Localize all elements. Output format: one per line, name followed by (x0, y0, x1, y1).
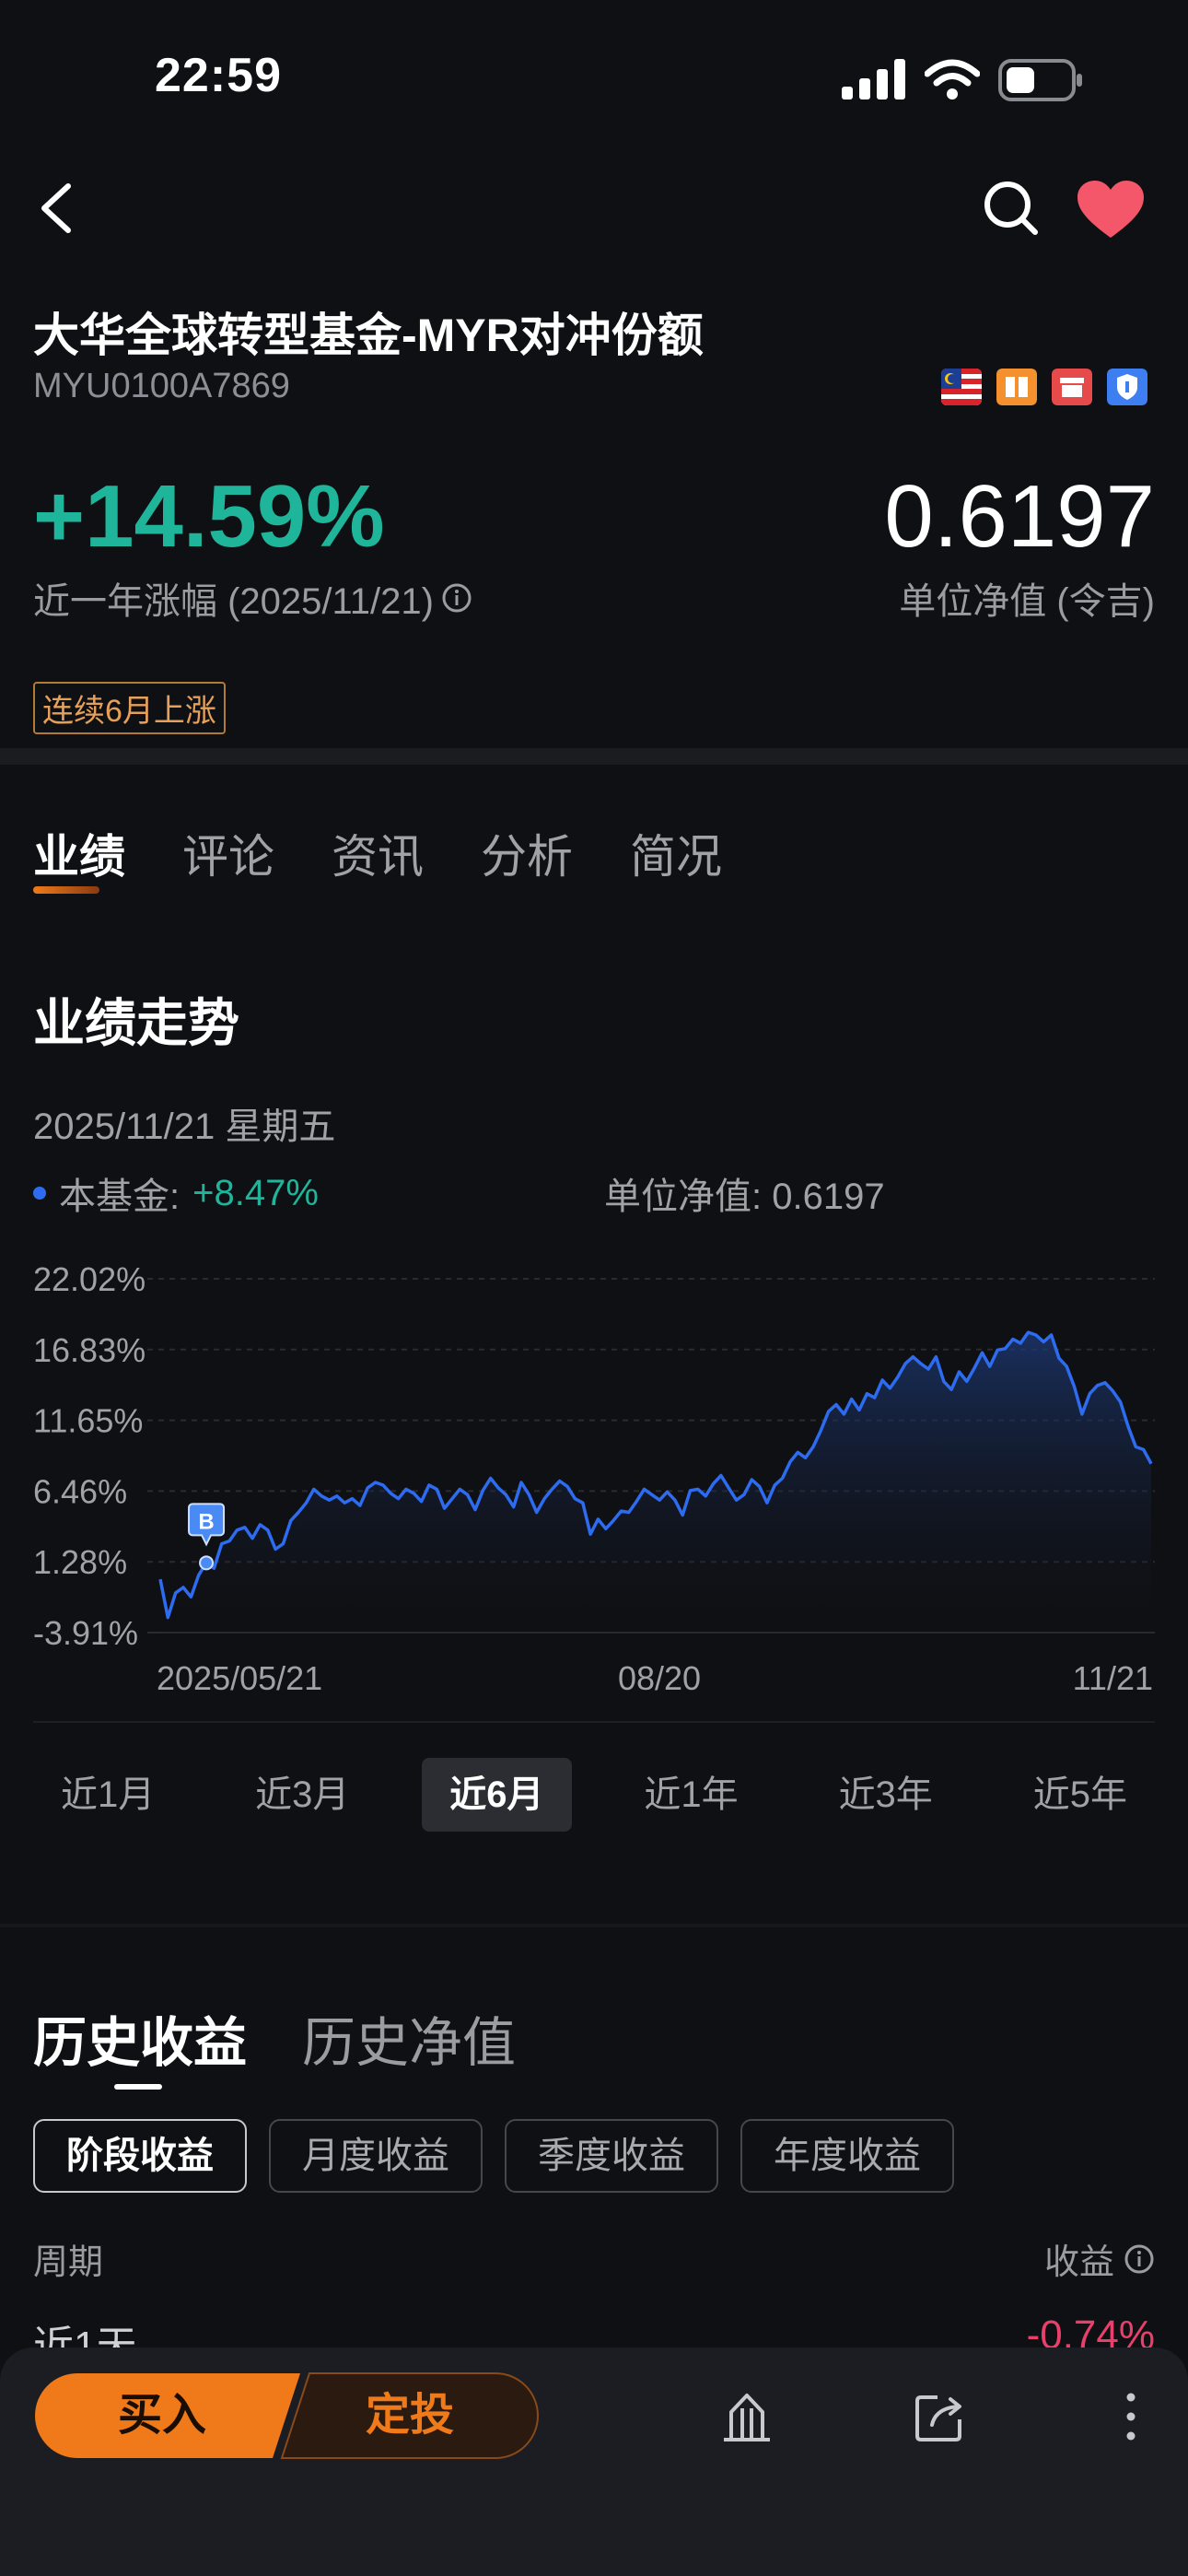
fund-code: MYU0100A7869 (33, 367, 290, 405)
tab-comments[interactable]: 评论 (182, 820, 274, 886)
chip-quarterly-returns[interactable]: 季度收益 (505, 2119, 718, 2193)
share-icon[interactable] (912, 2388, 969, 2445)
fund-legend-return: +8.47% (192, 1172, 319, 1213)
info-icon[interactable] (1124, 2243, 1155, 2275)
fund-series-dot (33, 1187, 46, 1200)
x-tick-label: 2025/05/21 (157, 1659, 322, 1697)
status-time: 22:59 (155, 49, 282, 102)
search-icon[interactable] (982, 179, 1041, 238)
home-icon[interactable] (718, 2388, 775, 2445)
unit-nav-label: 单位净值 (令吉) (899, 581, 1155, 622)
range-6m[interactable]: 近6月 (422, 1758, 572, 1832)
one-year-return-label: 近一年涨幅 (2025/11/21) (33, 571, 472, 625)
battery-icon (998, 59, 1082, 101)
range-selector: 近1月 近3月 近6月 近1年 近3年 近5年 (33, 1758, 1155, 1832)
fund-legend-label: 本基金: (59, 1177, 181, 1217)
range-3m[interactable]: 近3月 (227, 1758, 377, 1832)
y-tick-label: 6.46% (33, 1472, 127, 1510)
tab-overview[interactable]: 简况 (630, 820, 722, 886)
fund-legend: 本基金: +8.47% (33, 1166, 319, 1220)
more-icon[interactable] (1112, 2388, 1149, 2445)
chart-bottom-divider (33, 1721, 1155, 1723)
y-tick-label: 1.28% (33, 1543, 127, 1581)
column-period: 周期 (33, 2243, 104, 2282)
range-5y[interactable]: 近5年 (1006, 1758, 1155, 1832)
chart-date: 2025/11/21 星期五 (33, 1107, 336, 1147)
rising-streak-badge: 连续6月上涨 (33, 682, 226, 734)
y-tick-label: 16.83% (33, 1331, 146, 1369)
info-icon[interactable] (441, 582, 472, 614)
nav-legend: 单位净值: 0.6197 (604, 1177, 885, 1217)
column-return: 收益 (1044, 2233, 1155, 2284)
favorite-heart-icon[interactable] (1076, 179, 1146, 241)
x-tick-label: 08/20 (618, 1659, 701, 1697)
red-box-icon (1052, 369, 1092, 405)
chip-yearly-returns[interactable]: 年度收益 (740, 2119, 954, 2193)
main-tabs: 业绩 评论 资讯 分析 简况 (33, 820, 722, 894)
buy-marker-point (199, 1555, 215, 1571)
series-area (160, 1332, 1151, 1633)
column-return-label: 收益 (1043, 2243, 1114, 2282)
y-tick-label: 11.65% (33, 1402, 143, 1440)
wifi-icon (925, 59, 980, 100)
cellular-signal-icon (842, 59, 905, 100)
return-type-chips: 阶段收益 月度收益 季度收益 年度收益 (33, 2119, 954, 2193)
y-tick-label: 22.02% (33, 1260, 146, 1298)
chip-period-returns[interactable]: 阶段收益 (33, 2119, 247, 2193)
sip-button[interactable]: 定投 (304, 2371, 516, 2460)
x-tick-label: 11/21 (1073, 1659, 1153, 1697)
fund-tag-icons (941, 369, 1147, 405)
tab-performance[interactable]: 业绩 (33, 820, 125, 894)
chip-monthly-returns[interactable]: 月度收益 (269, 2119, 483, 2193)
tab-history-nav[interactable]: 历史净值 (302, 1999, 516, 2077)
buy-marker-label: B (198, 1509, 214, 1534)
blue-shield-icon (1107, 369, 1147, 405)
y-tick-label: -3.91% (33, 1614, 138, 1652)
back-icon[interactable] (33, 181, 88, 236)
section-divider-2 (0, 1924, 1188, 1927)
history-tabs: 历史收益 历史净值 (33, 1999, 516, 2090)
range-1y[interactable]: 近1年 (616, 1758, 765, 1832)
orange-book-icon (996, 369, 1037, 405)
range-3y[interactable]: 近3年 (811, 1758, 961, 1832)
tab-history-returns[interactable]: 历史收益 (33, 1999, 247, 2090)
one-year-return: +14.59% (33, 467, 385, 566)
tab-analysis[interactable]: 分析 (481, 820, 573, 886)
section-divider (0, 748, 1188, 765)
buy-button[interactable]: 买入 (33, 2371, 291, 2460)
performance-chart[interactable]: 22.02% 16.83% 11.65% 6.46% 1.28% -3.91% 2025/… (0, 1235, 1188, 1714)
unit-nav-value: 0.6197 (884, 467, 1155, 566)
malaysia-flag-icon (941, 369, 982, 405)
performance-title: 业绩走势 (33, 994, 239, 1052)
fund-name: 大华全球转型基金-MYR对冲份额 (33, 310, 704, 361)
one-year-return-label-text: 近一年涨幅 (2025/11/21) (33, 581, 434, 622)
tab-news[interactable]: 资讯 (332, 820, 424, 886)
range-1m[interactable]: 近1月 (33, 1758, 182, 1832)
